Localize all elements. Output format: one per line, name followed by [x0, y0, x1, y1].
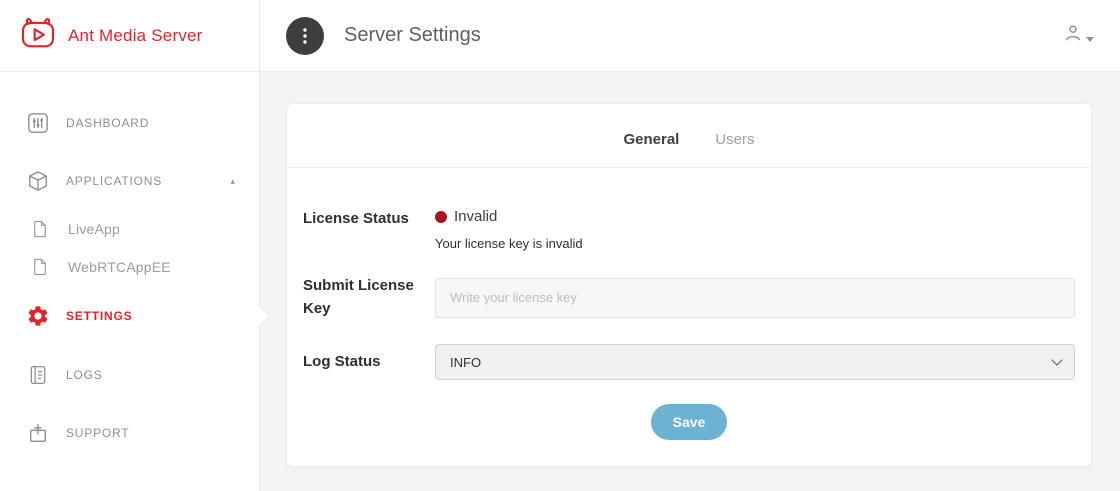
menu-dots-button[interactable] — [286, 17, 324, 55]
user-menu-button[interactable] — [1063, 23, 1094, 48]
settings-card: General Users License Status Invalid You… — [286, 103, 1092, 467]
sidebar-item-dashboard[interactable]: DASHBOARD — [0, 94, 259, 152]
sidebar-item-label: WebRTCAppEE — [68, 259, 171, 275]
sidebar: Ant Media Server DASHBOARD — [0, 0, 260, 491]
file-icon — [28, 258, 52, 276]
gear-icon — [26, 304, 50, 328]
chevron-down-icon — [1086, 37, 1094, 42]
support-icon — [26, 422, 50, 444]
sidebar-item-support[interactable]: SUPPORT — [0, 404, 259, 462]
brand: Ant Media Server — [0, 0, 259, 72]
log-status-select[interactable]: INFO — [435, 344, 1075, 380]
sidebar-item-settings[interactable]: SETTINGS — [0, 286, 259, 346]
page-title: Server Settings — [344, 24, 481, 47]
license-status-note: Your license key is invalid — [435, 236, 1075, 251]
sidebar-item-webrtcappee[interactable]: WebRTCAppEE — [0, 248, 259, 286]
main-area: Server Settings General Users — [260, 0, 1120, 491]
sidebar-item-label: DASHBOARD — [66, 116, 149, 130]
sidebar-item-applications[interactable]: APPLICATIONS ▴ — [0, 152, 259, 210]
sidebar-nav: DASHBOARD APPLICATIONS ▴ — [0, 72, 259, 462]
sidebar-item-logs[interactable]: LOGS — [0, 346, 259, 404]
sidebar-item-label: LOGS — [66, 368, 103, 382]
sidebar-item-label: LiveApp — [68, 221, 120, 237]
sidebar-item-label: SETTINGS — [66, 309, 132, 323]
license-status-value: Invalid — [435, 208, 1075, 225]
license-status-label: License Status — [303, 208, 435, 251]
content-area: General Users License Status Invalid You… — [260, 72, 1120, 491]
log-status-row: Log Status INFO — [303, 344, 1075, 380]
server-settings-form: License Status Invalid Your license key … — [287, 168, 1091, 464]
ant-media-logo-icon — [18, 16, 58, 55]
license-status-row: License Status Invalid Your license key … — [303, 208, 1075, 251]
sidebar-item-liveapp[interactable]: LiveApp — [0, 210, 259, 248]
logs-icon — [26, 364, 50, 386]
applications-icon — [26, 170, 50, 192]
sidebar-item-label: SUPPORT — [66, 426, 129, 440]
save-button[interactable]: Save — [651, 404, 728, 440]
top-header: Server Settings — [260, 0, 1120, 72]
license-key-row: Submit License Key — [303, 275, 1075, 320]
license-key-label: Submit License Key — [303, 275, 435, 320]
license-status-text: Invalid — [454, 208, 497, 225]
license-key-input[interactable] — [435, 278, 1075, 318]
tab-general[interactable]: General — [623, 131, 679, 148]
vertical-dots-icon — [302, 27, 308, 45]
status-dot-icon — [435, 211, 447, 223]
dashboard-icon — [26, 112, 50, 134]
app-root: Ant Media Server DASHBOARD — [0, 0, 1120, 491]
file-icon — [28, 220, 52, 238]
sidebar-item-label: APPLICATIONS — [66, 174, 162, 188]
collapse-caret-icon[interactable]: ▴ — [230, 176, 235, 187]
log-status-label: Log Status — [303, 351, 435, 374]
brand-name: Ant Media Server — [68, 26, 203, 46]
user-icon — [1063, 23, 1083, 48]
tab-users[interactable]: Users — [715, 131, 754, 148]
tab-bar: General Users — [287, 104, 1091, 168]
